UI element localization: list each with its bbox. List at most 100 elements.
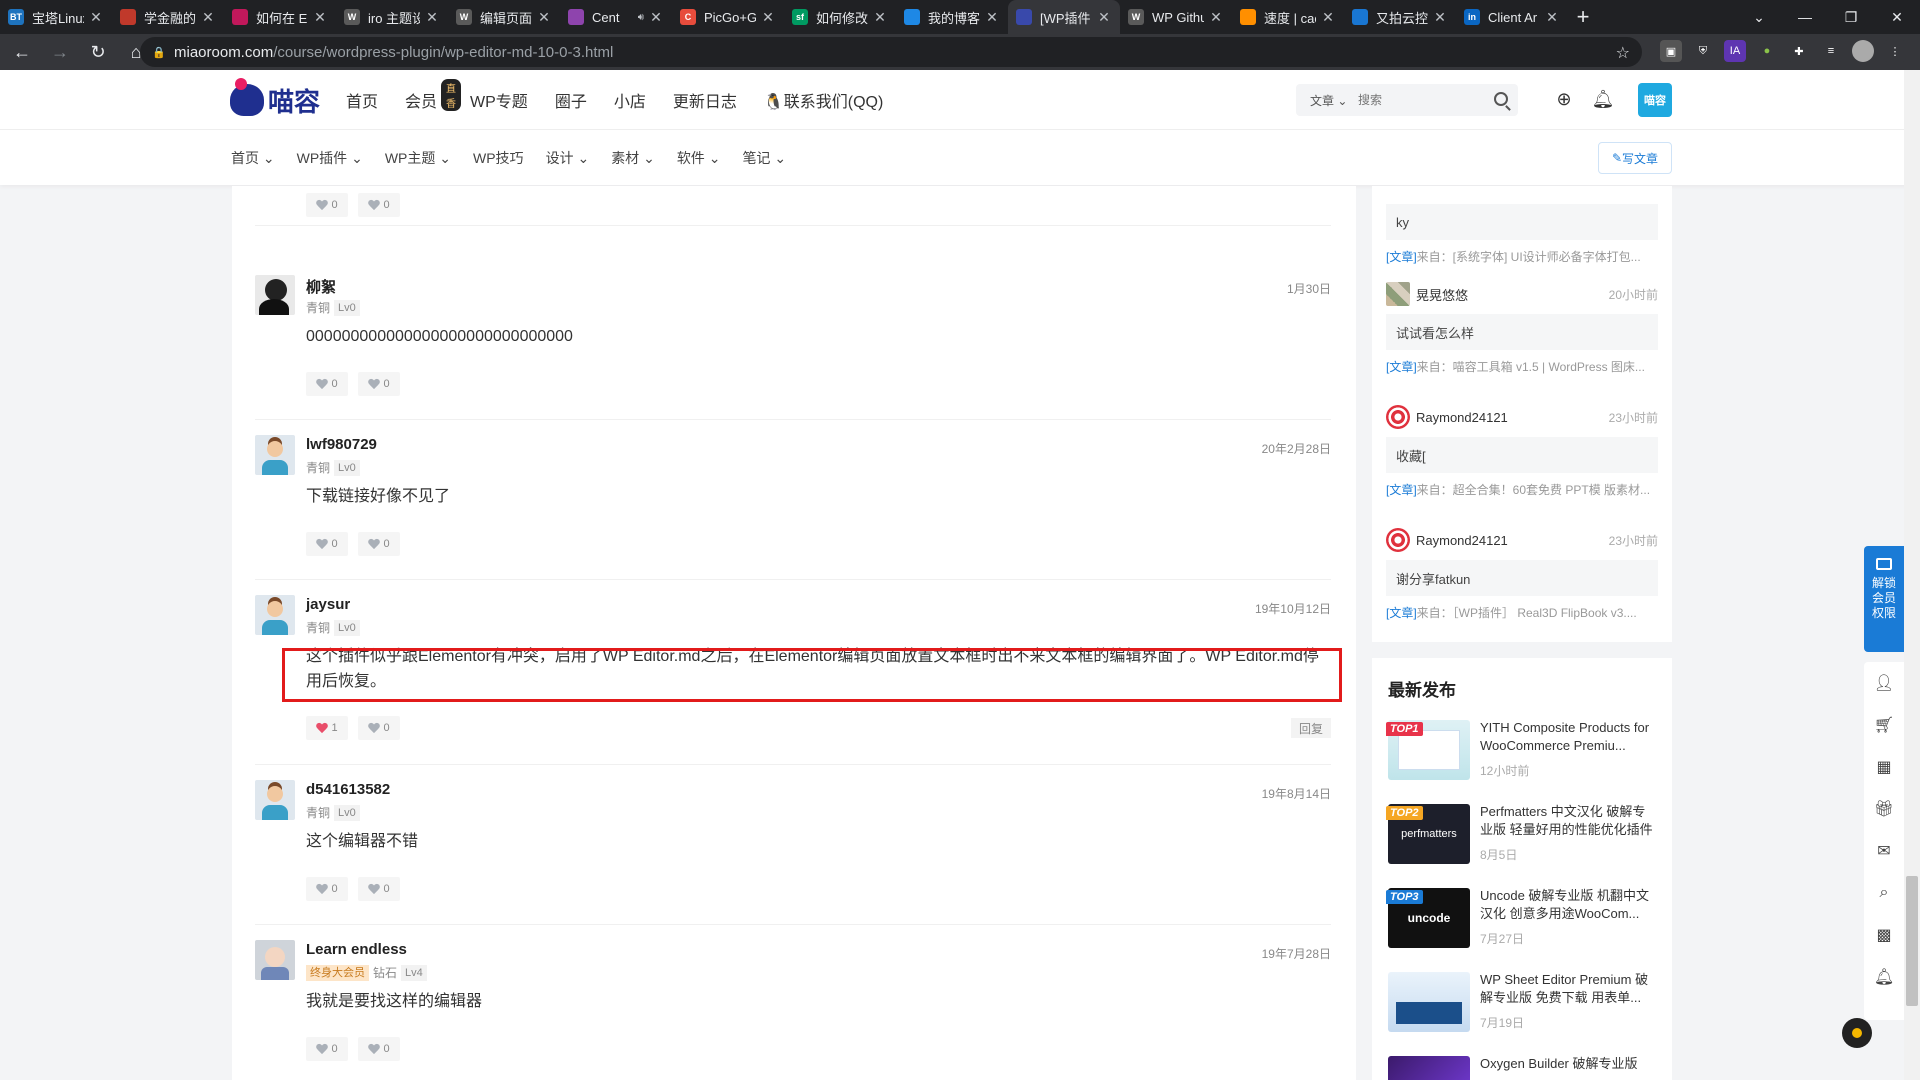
tab-close-icon[interactable]: ✕	[1208, 9, 1224, 26]
recent-comment-body[interactable]: ky	[1386, 204, 1658, 240]
tab-close-icon[interactable]: ✕	[872, 9, 888, 26]
browser-tab[interactable]: 学金融的?✕	[112, 0, 224, 34]
tab-close-icon[interactable]: ✕	[1544, 9, 1560, 26]
commenter-name[interactable]: jaysur	[306, 596, 350, 613]
like-button[interactable]: 0	[306, 1037, 348, 1061]
tab-search-icon[interactable]: ⌄	[1736, 0, 1782, 34]
nav-home[interactable]: 首页	[346, 88, 378, 112]
new-tab-button[interactable]: +	[1568, 0, 1598, 34]
back-button[interactable]: ←	[6, 36, 38, 68]
subnav-wp-plugins[interactable]: WP插件 ⌄	[297, 148, 363, 168]
browser-tab[interactable]: 又拍云控 ✕	[1344, 0, 1456, 34]
extension-icon[interactable]: ⛨	[1692, 40, 1714, 62]
browser-tab[interactable]: W WP Githu ✕	[1120, 0, 1232, 34]
write-article-button[interactable]: ✎ 写文章	[1598, 142, 1672, 174]
dislike-button[interactable]: 0	[358, 532, 400, 556]
commenter-name[interactable]: d541613582	[306, 781, 390, 798]
extension-icon[interactable]: ▣	[1660, 40, 1682, 62]
like-button[interactable]: 1	[306, 716, 348, 740]
user-avatar[interactable]: 喵容	[1638, 83, 1672, 117]
profile-avatar[interactable]	[1852, 40, 1874, 62]
tab-close-icon[interactable]: ✕	[1432, 9, 1448, 26]
commenter-name[interactable]: 柳絮	[306, 276, 336, 297]
browser-tab[interactable]: sf 如何修改 ✕	[784, 0, 896, 34]
recent-commenter-avatar[interactable]	[1386, 282, 1410, 306]
post-thumbnail[interactable]	[1388, 972, 1470, 1032]
browser-tab[interactable]: [WP插件 ✕	[1008, 0, 1120, 34]
commenter-avatar[interactable]	[255, 275, 295, 315]
tab-close-icon[interactable]: ✕	[984, 9, 1000, 26]
subnav-software[interactable]: 软件 ⌄	[677, 148, 721, 168]
nav-wp-topics[interactable]: WP专题	[470, 88, 528, 112]
recent-commenter-avatar[interactable]	[1386, 405, 1410, 429]
tab-close-icon[interactable]: ✕	[536, 9, 552, 26]
nav-member[interactable]: 会员 直香	[405, 79, 462, 112]
dislike-button[interactable]: 0	[358, 1037, 400, 1061]
gift-icon[interactable]: 🎁︎	[1864, 788, 1904, 830]
browser-tab[interactable]: W 编辑页面 ✕	[448, 0, 560, 34]
subnav-notes[interactable]: 笔记 ⌄	[742, 148, 786, 168]
subnav-assets[interactable]: 素材 ⌄	[611, 148, 655, 168]
tab-close-icon[interactable]: ✕	[88, 9, 104, 26]
search-input[interactable]	[1358, 93, 1478, 107]
post-card[interactable]: uncode TOP3 Uncode 破解专业版 机翻中文汉化 创意多用途Woo…	[1386, 887, 1658, 950]
bookmark-star-icon[interactable]: ☆	[1616, 43, 1630, 63]
like-button[interactable]: 0	[306, 877, 348, 901]
bell-icon[interactable]: 🔔︎	[1592, 88, 1615, 110]
post-title[interactable]: Oxygen Builder 破解专业版	[1480, 1055, 1658, 1080]
forward-button[interactable]: →	[44, 36, 76, 68]
post-title[interactable]: Uncode 破解专业版 机翻中文汉化 创意多用途WooCom...	[1480, 887, 1658, 923]
user-icon[interactable]: 👤︎	[1864, 662, 1904, 704]
puzzle-icon[interactable]: ✚	[1788, 40, 1810, 62]
post-title[interactable]: WP Sheet Editor Premium 破解专业版 免费下载 用表单..…	[1480, 971, 1658, 1007]
dislike-button[interactable]: 0	[358, 716, 400, 740]
cart-icon[interactable]: 🛒︎	[1864, 704, 1904, 746]
qrcode-icon[interactable]: ▩	[1864, 914, 1904, 956]
post-card[interactable]: Oxygen Builder 破解专业版	[1388, 1056, 1658, 1080]
scrollbar-thumb[interactable]	[1906, 876, 1918, 1006]
commenter-name[interactable]: lwf980729	[306, 436, 377, 453]
post-thumbnail[interactable]	[1388, 1056, 1470, 1080]
extension-icon[interactable]: IA	[1724, 40, 1746, 62]
reply-button[interactable]: 回复	[1291, 718, 1331, 738]
browser-tab[interactable]: BT 宝塔Linux ✕	[0, 0, 112, 34]
post-card[interactable]: TOP1 YITH Composite Products for WooComm…	[1386, 720, 1658, 782]
tab-close-icon[interactable]: ✕	[1096, 9, 1112, 26]
subnav-home[interactable]: 首页 ⌄	[231, 148, 275, 168]
search-scope-select[interactable]: 文章 ⌄	[1296, 92, 1358, 109]
recent-comment-body[interactable]: 收藏[	[1386, 437, 1658, 473]
commenter-avatar[interactable]	[255, 435, 295, 475]
site-logo[interactable]: 喵容	[230, 78, 320, 118]
tab-close-icon[interactable]: ✕	[312, 9, 328, 26]
lock-icon[interactable]: 🔒	[152, 46, 166, 59]
recent-comment-source[interactable]: [文章]来自：[系统字体] UI设计师必备字体打包...	[1386, 248, 1658, 265]
recent-comment-source[interactable]: [文章]来自：超全合集！60套免费 PPT模 版素材...	[1386, 481, 1658, 498]
dislike-button[interactable]: 0	[358, 193, 400, 217]
recent-commenter-name[interactable]: Raymond24121	[1416, 533, 1508, 548]
browser-tab[interactable]: in Client Ar ✕	[1456, 0, 1568, 34]
tab-close-icon[interactable]: ✕	[1320, 9, 1336, 26]
post-card[interactable]: WP Sheet Editor Premium 破解专业版 免费下载 用表单..…	[1388, 972, 1658, 1034]
add-circle-icon[interactable]: ⊕	[1553, 88, 1575, 110]
ticket-icon[interactable]: ▦	[1864, 746, 1904, 788]
recent-commenter-name[interactable]: Raymond24121	[1416, 410, 1508, 425]
tab-close-icon[interactable]: ✕	[760, 9, 776, 26]
post-card[interactable]: perfmatters TOP2 Perfmatters 中文汉化 破解专业版 …	[1386, 803, 1658, 866]
recent-comment-source[interactable]: [文章]来自：喵容工具箱 v1.5 | WordPress 图床...	[1386, 358, 1658, 375]
dislike-button[interactable]: 0	[358, 877, 400, 901]
minimize-button[interactable]: —	[1782, 0, 1828, 34]
search-icon[interactable]: ⌕	[1864, 872, 1904, 914]
reading-list-icon[interactable]: ≡	[1820, 40, 1842, 62]
restore-button[interactable]: ❐	[1828, 0, 1874, 34]
nav-circle[interactable]: 圈子	[555, 88, 587, 112]
commenter-avatar[interactable]	[255, 780, 295, 820]
nav-shop[interactable]: 小店	[614, 88, 646, 112]
recent-comment-source[interactable]: [文章]来自：［WP插件］ Real3D FlipBook v3....	[1386, 604, 1658, 621]
post-title[interactable]: Perfmatters 中文汉化 破解专业版 轻量好用的性能优化插件	[1480, 803, 1658, 839]
tab-close-icon[interactable]: ✕	[424, 9, 440, 26]
like-button[interactable]: 0	[306, 372, 348, 396]
like-button[interactable]: 0	[306, 193, 348, 217]
reload-button[interactable]: ↻	[82, 36, 114, 68]
subnav-wp-themes[interactable]: WP主题 ⌄	[385, 148, 451, 168]
close-window-button[interactable]: ✕	[1874, 0, 1920, 34]
